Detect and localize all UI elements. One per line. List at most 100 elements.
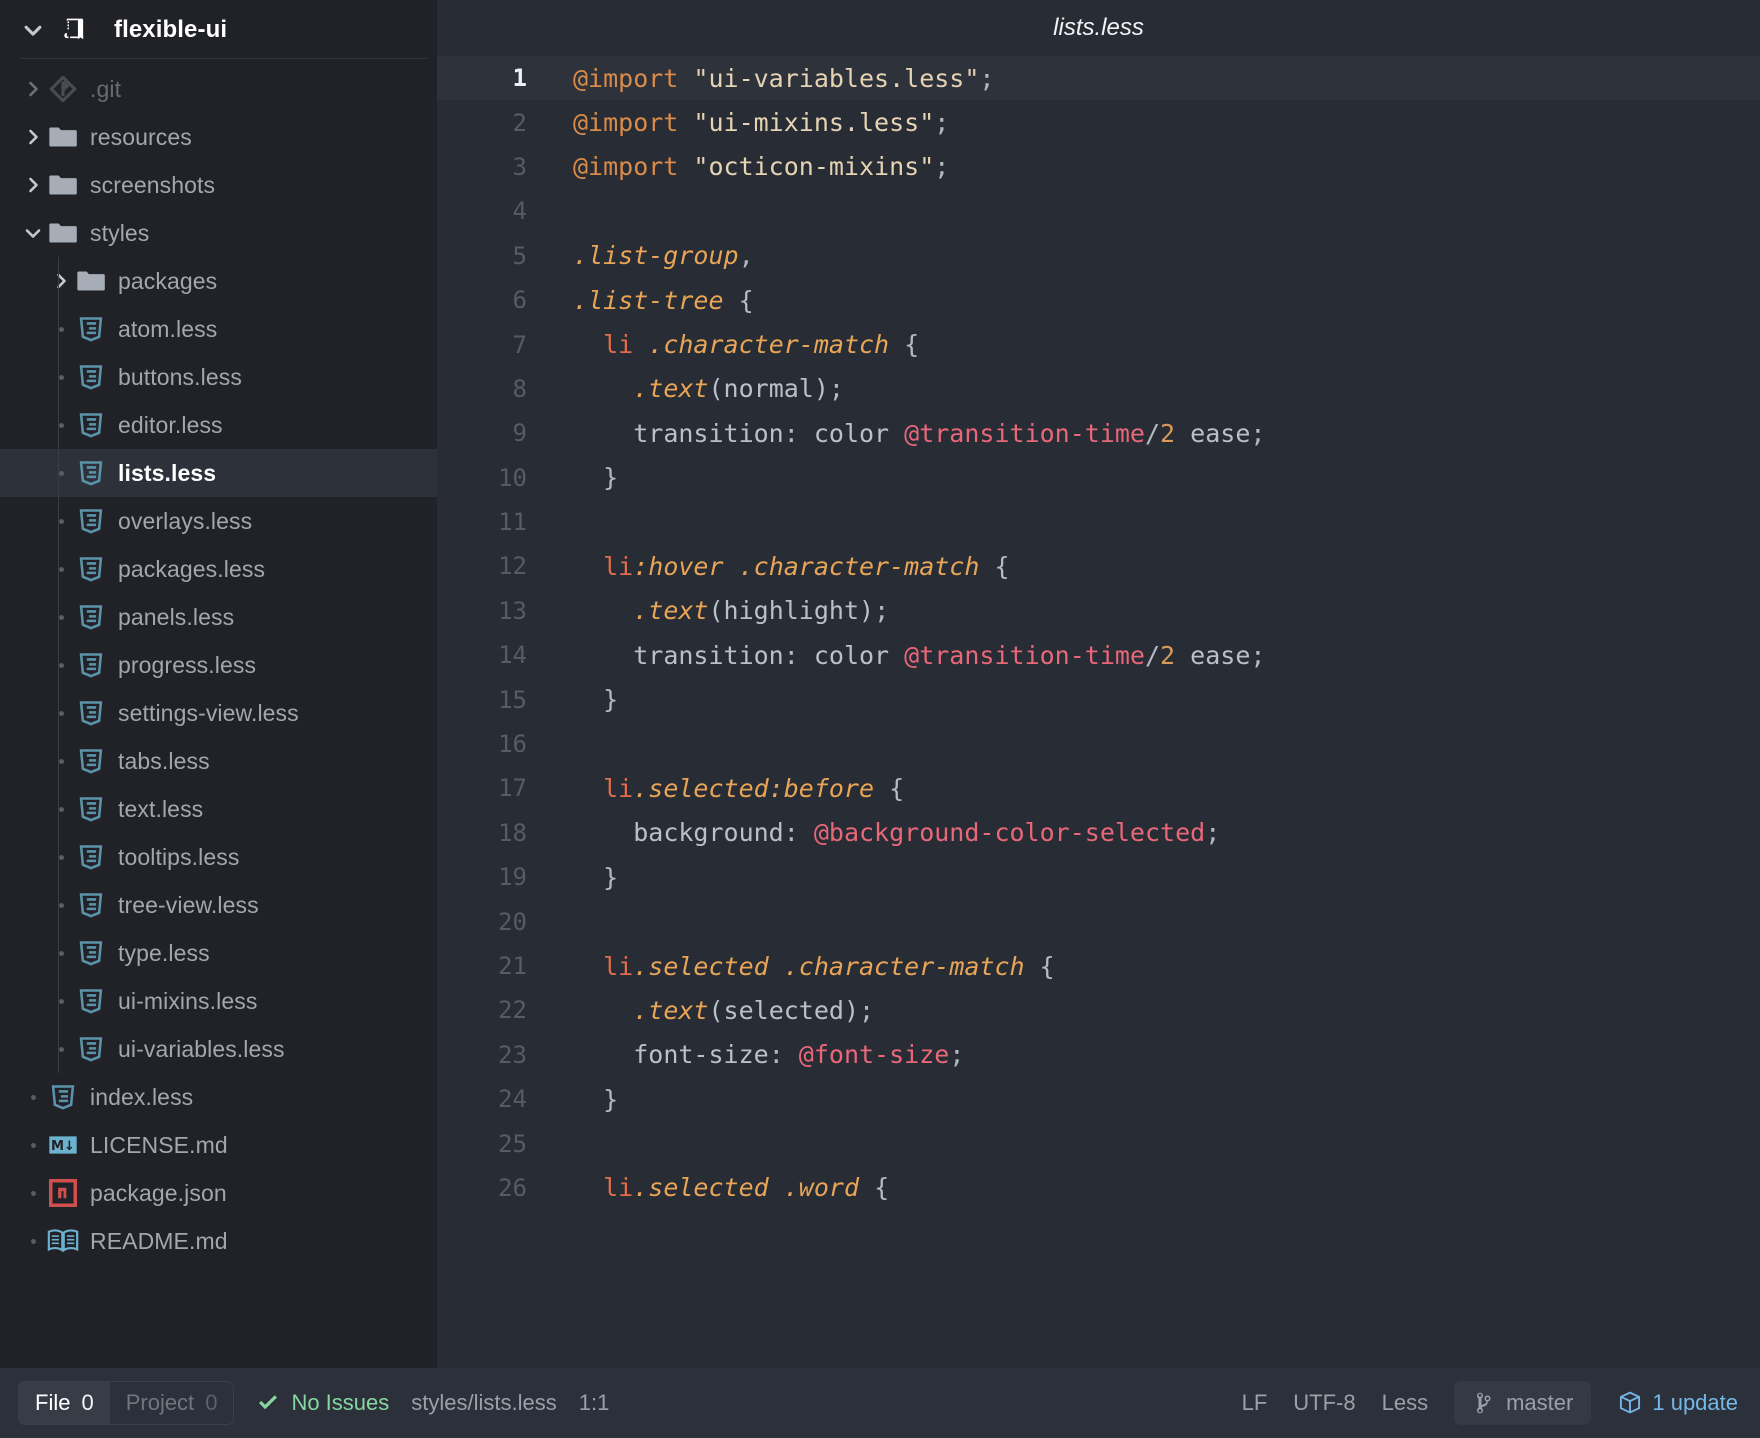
tree-file-packages-less[interactable]: packages.less [0,545,437,593]
chevron-right-icon[interactable] [48,271,74,291]
tree-file-readme-md[interactable]: README.md [0,1217,437,1265]
tree-file-type-less[interactable]: type.less [0,929,437,977]
book-icon [46,1228,80,1254]
code-line[interactable]: 26 li.selected .word { [437,1166,1760,1210]
code-line[interactable]: 13 .text(highlight); [437,589,1760,633]
code-line[interactable]: 10 } [437,456,1760,500]
code-line[interactable]: 2 @import "ui-mixins.less"; [437,100,1760,144]
code-line[interactable]: 15 } [437,677,1760,721]
code-line[interactable]: 12 li:hover .character-match { [437,544,1760,588]
code-token: / [1144,640,1161,670]
file-tree[interactable]: .git resources screenshots styles packages at… [0,59,437,1265]
tree-file-tooltips-less[interactable]: tooltips.less [0,833,437,881]
code-line[interactable]: 5 .list-group, [437,234,1760,278]
code-line[interactable]: 16 [437,722,1760,766]
less-icon [74,890,108,920]
chevron-down-icon[interactable] [20,223,46,243]
code-token: transition [633,640,784,670]
updates-status[interactable]: 1 update [1617,1390,1738,1416]
tree-file-package-json[interactable]: package.json [0,1169,437,1217]
less-icon [46,1082,80,1112]
code-editor[interactable]: 1 @import "ui-variables.less"; 2 @import "u… [437,56,1760,1368]
code-line[interactable]: 14 transition: color @transition-time/2 … [437,633,1760,677]
code-line[interactable]: 25 [437,1121,1760,1165]
file-path-status[interactable]: styles/lists.less [411,1390,556,1416]
tree-file-tabs-less[interactable]: tabs.less [0,737,437,785]
line-number: 9 [512,419,527,448]
code-token: } [573,685,619,715]
tree-file-progress-less[interactable]: progress.less [0,641,437,689]
code-token: "octicon-mixins" [693,152,935,182]
tree-folder-packages[interactable]: packages [0,257,437,305]
tree-folder-screenshots[interactable]: screenshots [0,161,437,209]
issues-status[interactable]: No Issues [256,1390,389,1416]
tree-file-tree-view-less[interactable]: tree-view.less [0,881,437,929]
encoding-status[interactable]: UTF-8 [1293,1390,1355,1416]
tree-folder--git[interactable]: .git [0,65,437,113]
code-token: { [874,773,905,803]
tree-file-editor-less[interactable]: editor.less [0,401,437,449]
code-line[interactable]: 3 @import "octicon-mixins"; [437,145,1760,189]
code-line[interactable]: 8 .text(normal); [437,367,1760,411]
tree-item-label: LICENSE.md [90,1131,228,1158]
code-line[interactable]: 19 } [437,855,1760,899]
tree-file-text-less[interactable]: text.less [0,785,437,833]
tree-file-atom-less[interactable]: atom.less [0,305,437,353]
chevron-right-icon[interactable] [20,79,46,99]
code-line[interactable]: 17 li.selected:before { [437,766,1760,810]
linter-project-tab[interactable]: Project 0 [110,1382,234,1424]
code-token: background [633,818,784,848]
cursor-position-status[interactable]: 1:1 [579,1390,610,1416]
active-file-title: lists.less [1053,14,1144,41]
less-icon [74,554,108,584]
tree-file-license-md[interactable]: M↓ LICENSE.md [0,1121,437,1169]
tree-file-ui-variables-less[interactable]: ui-variables.less [0,1025,437,1073]
tree-folder-resources[interactable]: resources [0,113,437,161]
code-line[interactable]: 11 [437,500,1760,544]
tree-file-settings-view-less[interactable]: settings-view.less [0,689,437,737]
code-line[interactable]: 7 li .character-match { [437,322,1760,366]
code-line[interactable]: 6 .list-tree { [437,278,1760,322]
git-branch-status[interactable]: master [1454,1381,1592,1425]
code-token: li [603,773,634,803]
line-ending-status[interactable]: LF [1242,1390,1268,1416]
tree-folder-styles[interactable]: styles [0,209,437,257]
code-line[interactable]: 18 background: @background-color-selecte… [437,811,1760,855]
less-icon [74,842,108,872]
code-token: @import [573,152,679,182]
code-token: .list-tree [573,285,724,315]
chevron-right-icon[interactable] [20,175,46,195]
less-icon [74,362,108,392]
tree-file-overlays-less[interactable]: overlays.less [0,497,437,545]
tree-file-ui-mixins-less[interactable]: ui-mixins.less [0,977,437,1025]
line-number: 7 [512,330,527,359]
tree-file-lists-less[interactable]: lists.less [0,449,437,497]
code-token: { [723,285,754,315]
tree-view-sidebar[interactable]: flexible-ui .git resources screenshots styl… [0,0,437,1368]
code-token: .word [783,1173,860,1203]
code-line[interactable]: 23 font-size: @font-size; [437,1033,1760,1077]
grammar-status[interactable]: Less [1382,1390,1428,1416]
code-line[interactable]: 22 .text(selected); [437,988,1760,1032]
tree-item-label: ui-mixins.less [118,987,258,1014]
chevron-right-icon[interactable] [20,127,46,147]
project-root-row[interactable]: flexible-ui [0,8,437,58]
linter-scope-toggle[interactable]: File 0 Project 0 [18,1381,235,1425]
code-line[interactable]: 20 [437,899,1760,943]
tree-file-index-less[interactable]: index.less [0,1073,437,1121]
code-line[interactable]: 24 } [437,1077,1760,1121]
chevron-down-icon[interactable] [20,19,46,41]
code-token: .text [633,596,709,626]
code-line[interactable]: 4 [437,189,1760,233]
tree-file-panels-less[interactable]: panels.less [0,593,437,641]
code-line[interactable]: 21 li.selected .character-match { [437,944,1760,988]
tree-bullet-icon [48,854,74,860]
code-line[interactable]: 9 transition: color @transition-time/2 e… [437,411,1760,455]
code-token: @transition-time [904,418,1145,448]
tree-file-buttons-less[interactable]: buttons.less [0,353,437,401]
code-line[interactable]: 1 @import "ui-variables.less"; [437,56,1760,101]
linter-file-tab[interactable]: File 0 [19,1382,110,1424]
code-token: .list-group [573,241,739,271]
